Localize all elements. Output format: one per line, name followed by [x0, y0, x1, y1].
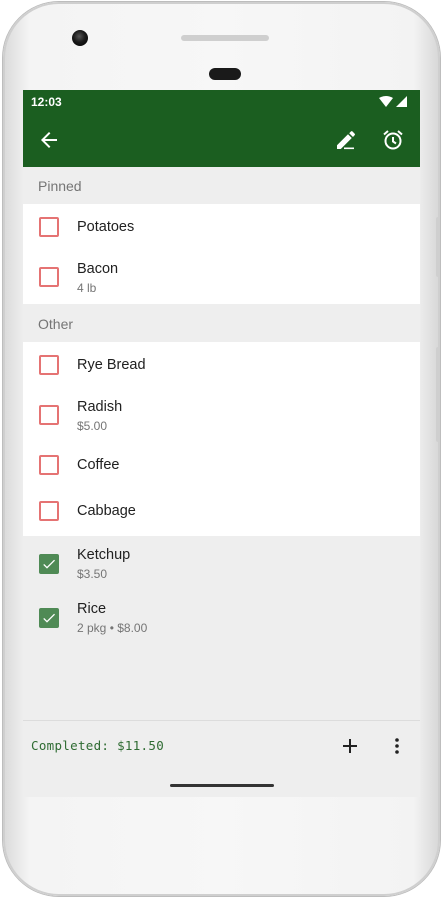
list-item[interactable]: Potatoes: [23, 204, 420, 250]
section-header-other: Other: [38, 316, 74, 332]
item-title: Radish: [77, 399, 123, 415]
front-camera: [72, 30, 88, 46]
wifi-signal-icon: [379, 96, 407, 107]
list-item-completed[interactable]: Ketchup $3.50: [23, 536, 420, 590]
item-checkbox[interactable]: [39, 217, 59, 237]
item-checkbox[interactable]: [39, 501, 59, 521]
item-subtitle: 4 lb: [77, 281, 97, 295]
item-title: Cabbage: [77, 503, 136, 519]
item-checkbox[interactable]: [39, 455, 59, 475]
item-checkbox[interactable]: [39, 405, 59, 425]
status-time: 12:03: [31, 95, 62, 109]
item-subtitle: $5.00: [77, 419, 108, 433]
toolbar: [23, 114, 420, 167]
status-bar: 12:03: [23, 90, 420, 114]
item-title: Potatoes: [77, 219, 135, 235]
app-screen: 12:03 Pinned Potatoes Bacon 4 lb Other R…: [23, 90, 420, 797]
item-title: Coffee: [77, 457, 120, 473]
item-title: Rice: [77, 601, 107, 617]
item-subtitle: 2 pkg • $8.00: [77, 621, 148, 635]
section-header-pinned: Pinned: [38, 178, 82, 194]
arrow-back-icon[interactable]: [37, 128, 61, 152]
volume-button: [436, 347, 440, 442]
check-icon: [43, 559, 55, 569]
edit-pencil-icon[interactable]: [334, 128, 358, 152]
add-icon[interactable]: [338, 734, 362, 758]
alarm-clock-icon[interactable]: [381, 128, 405, 152]
earpiece-speaker: [181, 35, 269, 41]
completed-total: Completed: $11.50: [31, 738, 165, 753]
item-title: Ketchup: [77, 547, 131, 563]
item-checkbox[interactable]: [39, 267, 59, 287]
list-item[interactable]: Bacon 4 lb: [23, 250, 420, 304]
footer-divider: [23, 720, 420, 721]
pinned-list: Potatoes Bacon 4 lb: [23, 204, 420, 304]
list-item[interactable]: Rye Bread: [23, 342, 420, 388]
item-checkbox-checked[interactable]: [39, 608, 59, 628]
power-button: [436, 217, 440, 277]
list-item[interactable]: Radish $5.00: [23, 388, 420, 442]
list-item[interactable]: Cabbage: [23, 488, 420, 536]
item-checkbox-checked[interactable]: [39, 554, 59, 574]
proximity-sensor: [209, 68, 241, 80]
list-item-completed[interactable]: Rice 2 pkg • $8.00: [23, 590, 420, 646]
more-vert-icon[interactable]: [385, 734, 409, 758]
gesture-nav-bar[interactable]: [170, 784, 274, 787]
check-icon: [43, 613, 55, 623]
item-subtitle: $3.50: [77, 567, 108, 581]
item-title: Rye Bread: [77, 357, 146, 373]
list-item[interactable]: Coffee: [23, 442, 420, 488]
item-title: Bacon: [77, 261, 119, 277]
item-checkbox[interactable]: [39, 355, 59, 375]
other-list: Rye Bread Radish $5.00 Coffee Cabbage: [23, 342, 420, 536]
